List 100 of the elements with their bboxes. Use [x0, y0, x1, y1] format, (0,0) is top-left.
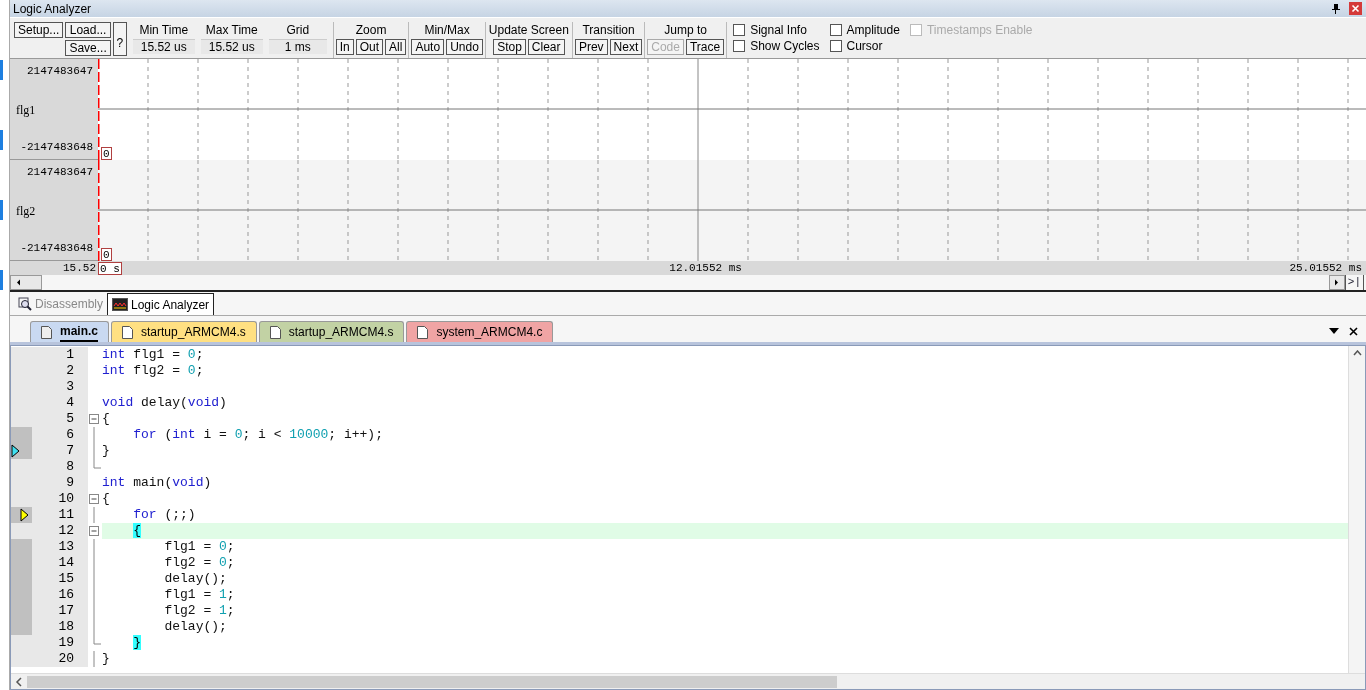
- line-number: 5: [66, 411, 74, 427]
- line-number: 4: [66, 395, 74, 411]
- editor-horizontal-scrollbar[interactable]: [11, 673, 1365, 689]
- save-button[interactable]: Save...: [65, 40, 111, 56]
- code-line: void delay(void): [102, 395, 227, 411]
- toolbar-button[interactable]: Undo: [446, 39, 483, 55]
- file-icon: [41, 325, 52, 339]
- toolbar-button[interactable]: In: [335, 39, 354, 55]
- checkbox[interactable]: [733, 40, 746, 52]
- signal-value-tag: 0: [101, 248, 112, 261]
- toolbar-button[interactable]: All: [385, 39, 407, 55]
- group-title: Jump to: [663, 22, 709, 39]
- checkbox[interactable]: [829, 24, 842, 36]
- checkbox-option[interactable]: Show Cycles: [733, 39, 820, 53]
- line-number: 19: [58, 635, 74, 651]
- line-number: 18: [58, 619, 74, 635]
- fold-toggle-icon[interactable]: [89, 491, 99, 507]
- line-number: 6: [66, 427, 74, 443]
- signal-max-value: 2147483647: [27, 64, 93, 79]
- signal-value-tag: 0: [101, 147, 112, 160]
- line-number: 14: [58, 555, 74, 571]
- vertical-scrollbar[interactable]: [1348, 346, 1365, 673]
- signal-min-value: -2147483648: [20, 139, 93, 155]
- middle-time: 12.01552 ms: [669, 260, 742, 276]
- file-tab[interactable]: startup_ARMCM4.s: [258, 321, 405, 342]
- group-title: Min/Max: [423, 22, 471, 39]
- signal-min-value: -2147483648: [20, 240, 93, 256]
- waveform-icon: [112, 298, 128, 311]
- file-icon: [122, 325, 133, 339]
- line-number: 2: [66, 363, 74, 379]
- view-tab[interactable]: Logic Analyzer: [107, 293, 215, 315]
- code-line: int flg2 = 0;: [102, 363, 204, 379]
- line-number: 8: [66, 459, 74, 475]
- dropdown-arrow-icon[interactable]: [1329, 328, 1339, 334]
- file-icon: [269, 325, 281, 339]
- checkbox-option[interactable]: Signal Info: [733, 23, 820, 37]
- field-label: Grid: [286, 22, 310, 39]
- file-icon: [417, 325, 429, 339]
- line-number: 17: [58, 603, 74, 619]
- scroll-up-icon[interactable]: [1352, 350, 1362, 356]
- group-title: Zoom: [354, 22, 388, 39]
- checkbox-option[interactable]: Cursor: [829, 39, 900, 53]
- toolbar-button[interactable]: Trace: [685, 39, 725, 55]
- file-tab[interactable]: system_ARMCM4.c: [406, 321, 554, 342]
- scroll-thumb[interactable]: [27, 675, 837, 688]
- field-label: Min Time: [139, 22, 189, 39]
- signal-max-value: 2147483647: [27, 165, 93, 180]
- checkbox[interactable]: [733, 24, 746, 36]
- setup-button[interactable]: Setup...: [14, 22, 64, 38]
- line-number: 11: [58, 507, 74, 523]
- field-label: Max Time: [205, 22, 258, 39]
- magnifier-icon: [18, 297, 32, 311]
- fold-toggle-icon[interactable]: [89, 411, 99, 427]
- file-tab[interactable]: main.c: [30, 321, 109, 342]
- start-time: 0 s: [98, 261, 122, 275]
- code-line: {: [102, 411, 110, 427]
- group-title: Transition: [581, 22, 636, 39]
- line-number: 12: [58, 523, 74, 539]
- checkbox[interactable]: [829, 40, 842, 52]
- code-line: for (int i = 0; i < 10000; i++);: [132, 427, 383, 443]
- line-number: 13: [58, 539, 74, 555]
- code-line: for (;;): [132, 507, 196, 523]
- code-line: int main(void): [102, 475, 212, 491]
- load-button[interactable]: Load...: [65, 22, 111, 38]
- toolbar-button[interactable]: Clear: [527, 39, 565, 55]
- pin-icon[interactable]: [1331, 3, 1341, 14]
- line-number: 3: [66, 379, 74, 395]
- toolbar-button[interactable]: Out: [355, 39, 384, 55]
- line-number: 20: [58, 651, 74, 667]
- file-tab[interactable]: startup_ARMCM4.s: [111, 321, 257, 342]
- help-button[interactable]: ?: [112, 22, 127, 56]
- toolbar-button[interactable]: Next: [609, 39, 643, 55]
- toolbar-button[interactable]: Prev: [574, 39, 608, 55]
- cursor-time: 15.52: [62, 260, 97, 276]
- code-line: delay();: [163, 619, 227, 635]
- code-line: delay();: [163, 571, 227, 587]
- code-line: int flg1 = 0;: [102, 347, 204, 363]
- line-number: 10: [58, 491, 74, 507]
- scroll-to-end-button[interactable]: >|: [1344, 275, 1364, 290]
- close-icon[interactable]: [1349, 327, 1358, 336]
- toolbar-button[interactable]: Stop: [493, 39, 526, 55]
- code-line: }: [102, 651, 110, 667]
- time-field: 15.52 us: [200, 39, 263, 54]
- code-line: flg1 = 1;: [163, 587, 235, 603]
- signal-name: flg1: [16, 102, 36, 119]
- horizontal-scrollbar[interactable]: >|: [10, 275, 1366, 292]
- line-number: 9: [66, 475, 74, 491]
- scroll-right-icon[interactable]: [1328, 275, 1345, 290]
- time-field: 1 ms: [268, 39, 327, 54]
- toolbar-button[interactable]: Auto: [411, 39, 445, 55]
- code-line: }: [102, 443, 110, 459]
- time-field: 15.52 us: [132, 39, 195, 54]
- fold-toggle-icon[interactable]: [89, 523, 99, 539]
- window-title: Logic Analyzer: [13, 0, 92, 18]
- checkbox-option[interactable]: Amplitude: [829, 23, 900, 37]
- code-line: flg2 = 0;: [163, 555, 235, 571]
- group-title: Update Screen: [487, 22, 570, 39]
- end-time: 25.01552 ms: [1289, 260, 1363, 276]
- line-number: 15: [58, 571, 74, 587]
- line-number: 1: [66, 347, 74, 363]
